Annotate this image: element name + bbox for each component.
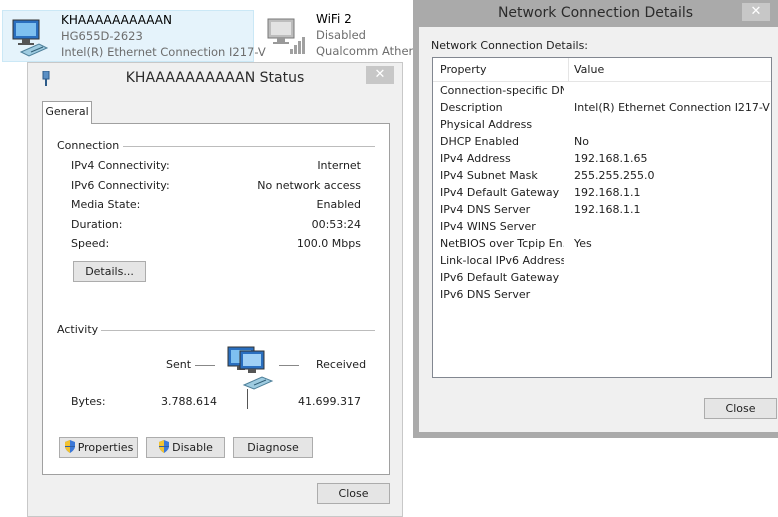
ipv6-connectivity-label: IPv6 Connectivity: xyxy=(71,179,170,192)
property-cell: IPv4 WINS Server xyxy=(440,220,536,233)
property-cell: IPv6 DNS Server xyxy=(440,288,531,301)
media-state-label: Media State: xyxy=(71,198,141,211)
property-cell: DHCP Enabled xyxy=(440,135,520,148)
close-button[interactable]: Close xyxy=(317,483,390,504)
ipv4-connectivity-value: Internet xyxy=(317,159,361,172)
speed-value: 100.0 Mbps xyxy=(296,237,361,250)
value-cell: 192.168.1.1 xyxy=(574,186,641,199)
column-property[interactable]: Property xyxy=(440,63,487,76)
media-state-value: Enabled xyxy=(316,198,361,211)
divider xyxy=(101,330,375,331)
details-body: Network Connection Details: Property Val… xyxy=(419,27,778,432)
list-item[interactable]: IPv4 Address 192.168.1.65 xyxy=(433,151,771,168)
diagnose-button[interactable]: Diagnose xyxy=(233,437,313,458)
adapter-wifi2[interactable]: WiFi 2 Disabled Qualcomm Athero xyxy=(258,10,421,62)
property-cell: IPv4 Address xyxy=(440,152,511,165)
list-item[interactable]: IPv4 WINS Server xyxy=(433,219,771,236)
tab-general[interactable]: General xyxy=(42,101,92,124)
column-separator[interactable] xyxy=(568,58,569,82)
speed-label: Speed: xyxy=(71,237,110,250)
property-cell: IPv6 Default Gateway xyxy=(440,271,560,284)
property-cell: IPv4 Subnet Mask xyxy=(440,169,538,182)
list-item[interactable]: IPv4 Default Gateway 192.168.1.1 xyxy=(433,185,771,202)
details-title-bar[interactable]: Network Connection Details ✕ xyxy=(413,0,778,26)
disable-button[interactable]: Disable xyxy=(146,437,225,458)
disable-label: Disable xyxy=(172,441,213,454)
details-button[interactable]: Details... xyxy=(73,261,146,282)
close-icon[interactable]: ✕ xyxy=(366,66,394,84)
list-item[interactable]: Physical Address xyxy=(433,117,771,134)
general-tab-panel: Connection IPv4 Connectivity: Internet I… xyxy=(42,123,390,475)
property-cell: Link-local IPv6 Address xyxy=(440,254,564,267)
list-item[interactable]: Link-local IPv6 Address xyxy=(433,253,771,270)
list-item[interactable]: IPv6 DNS Server xyxy=(433,287,771,304)
status-dialog: KHAAAAAAAAAAN Status ✕ General Connectio… xyxy=(27,62,403,517)
list-item[interactable]: IPv4 Subnet Mask 255.255.255.0 xyxy=(433,168,771,185)
bytes-received-value: 41.699.317 xyxy=(298,395,361,408)
details-close-button[interactable]: Close xyxy=(704,398,777,419)
list-item[interactable]: DHCP Enabled No xyxy=(433,134,771,151)
list-item[interactable]: Connection-specific DN... xyxy=(433,83,771,100)
network-computers-icon xyxy=(227,346,274,390)
duration-label: Duration: xyxy=(71,218,123,231)
status-title: KHAAAAAAAAAAN Status xyxy=(125,70,305,86)
details-dialog: Network Connection Details ✕ Network Con… xyxy=(413,0,778,438)
properties-label: Properties xyxy=(77,441,134,454)
sent-label: Sent xyxy=(166,358,192,371)
ipv6-connectivity-value: No network access xyxy=(257,179,361,192)
value-cell: 192.168.1.1 xyxy=(574,203,641,216)
wifi-adapter-icon xyxy=(267,18,305,54)
uac-shield-icon xyxy=(64,440,75,453)
adapter-name: WiFi 2 xyxy=(316,12,352,26)
bytes-sent-value: 3.788.614 xyxy=(161,395,217,408)
adapter-list: KHAAAAAAAAAAN HG655D-2623 Intel(R) Ether… xyxy=(0,0,420,64)
sent-line xyxy=(195,365,215,366)
properties-button[interactable]: Properties xyxy=(59,437,138,458)
column-value[interactable]: Value xyxy=(574,63,604,76)
bytes-separator xyxy=(247,389,248,409)
adapter-network: HG655D-2623 xyxy=(61,29,143,43)
property-cell: Description xyxy=(440,101,503,114)
adapter-device: Qualcomm Athero xyxy=(316,44,421,58)
received-label: Received xyxy=(316,358,367,371)
details-caption: Network Connection Details: xyxy=(431,39,589,52)
status-title-bar[interactable]: KHAAAAAAAAAAN Status ✕ xyxy=(28,63,402,93)
list-item[interactable]: NetBIOS over Tcpip En... Yes xyxy=(433,236,771,253)
adapter-device: Intel(R) Ethernet Connection I217-V xyxy=(61,45,266,59)
adapter-khaaan[interactable]: KHAAAAAAAAAAN HG655D-2623 Intel(R) Ether… xyxy=(2,10,266,62)
value-cell: No xyxy=(574,135,589,148)
details-list[interactable]: Property Value Connection-specific DN...… xyxy=(432,57,772,378)
divider xyxy=(123,146,375,147)
list-item[interactable]: IPv4 DNS Server 192.168.1.1 xyxy=(433,202,771,219)
adapter-name: KHAAAAAAAAAAN xyxy=(61,13,172,27)
property-cell: IPv4 Default Gateway xyxy=(440,186,560,199)
adapter-network: Disabled xyxy=(316,28,366,42)
duration-value: 00:53:24 xyxy=(311,218,361,231)
property-cell: NetBIOS over Tcpip En... xyxy=(440,237,564,250)
ipv4-connectivity-label: IPv4 Connectivity: xyxy=(71,159,170,172)
list-item[interactable]: Description Intel(R) Ethernet Connection … xyxy=(433,100,771,117)
value-cell: Intel(R) Ethernet Connection I217-V xyxy=(574,101,770,114)
property-cell: Connection-specific DN... xyxy=(440,84,564,97)
details-title: Network Connection Details xyxy=(497,5,694,21)
uac-shield-icon xyxy=(159,440,170,453)
ethernet-adapter-icon xyxy=(12,19,49,57)
bytes-label: Bytes: xyxy=(71,395,106,408)
list-header: Property Value xyxy=(433,58,771,82)
list-item[interactable]: IPv6 Default Gateway xyxy=(433,270,771,287)
received-line xyxy=(279,365,299,366)
close-icon[interactable]: ✕ xyxy=(742,3,770,21)
value-cell: 192.168.1.65 xyxy=(574,152,648,165)
value-cell: 255.255.255.0 xyxy=(574,169,655,182)
property-cell: Physical Address xyxy=(440,118,533,131)
value-cell: Yes xyxy=(574,237,592,250)
property-cell: IPv4 DNS Server xyxy=(440,203,531,216)
activity-heading: Activity xyxy=(57,323,99,336)
connection-heading: Connection xyxy=(57,139,120,152)
